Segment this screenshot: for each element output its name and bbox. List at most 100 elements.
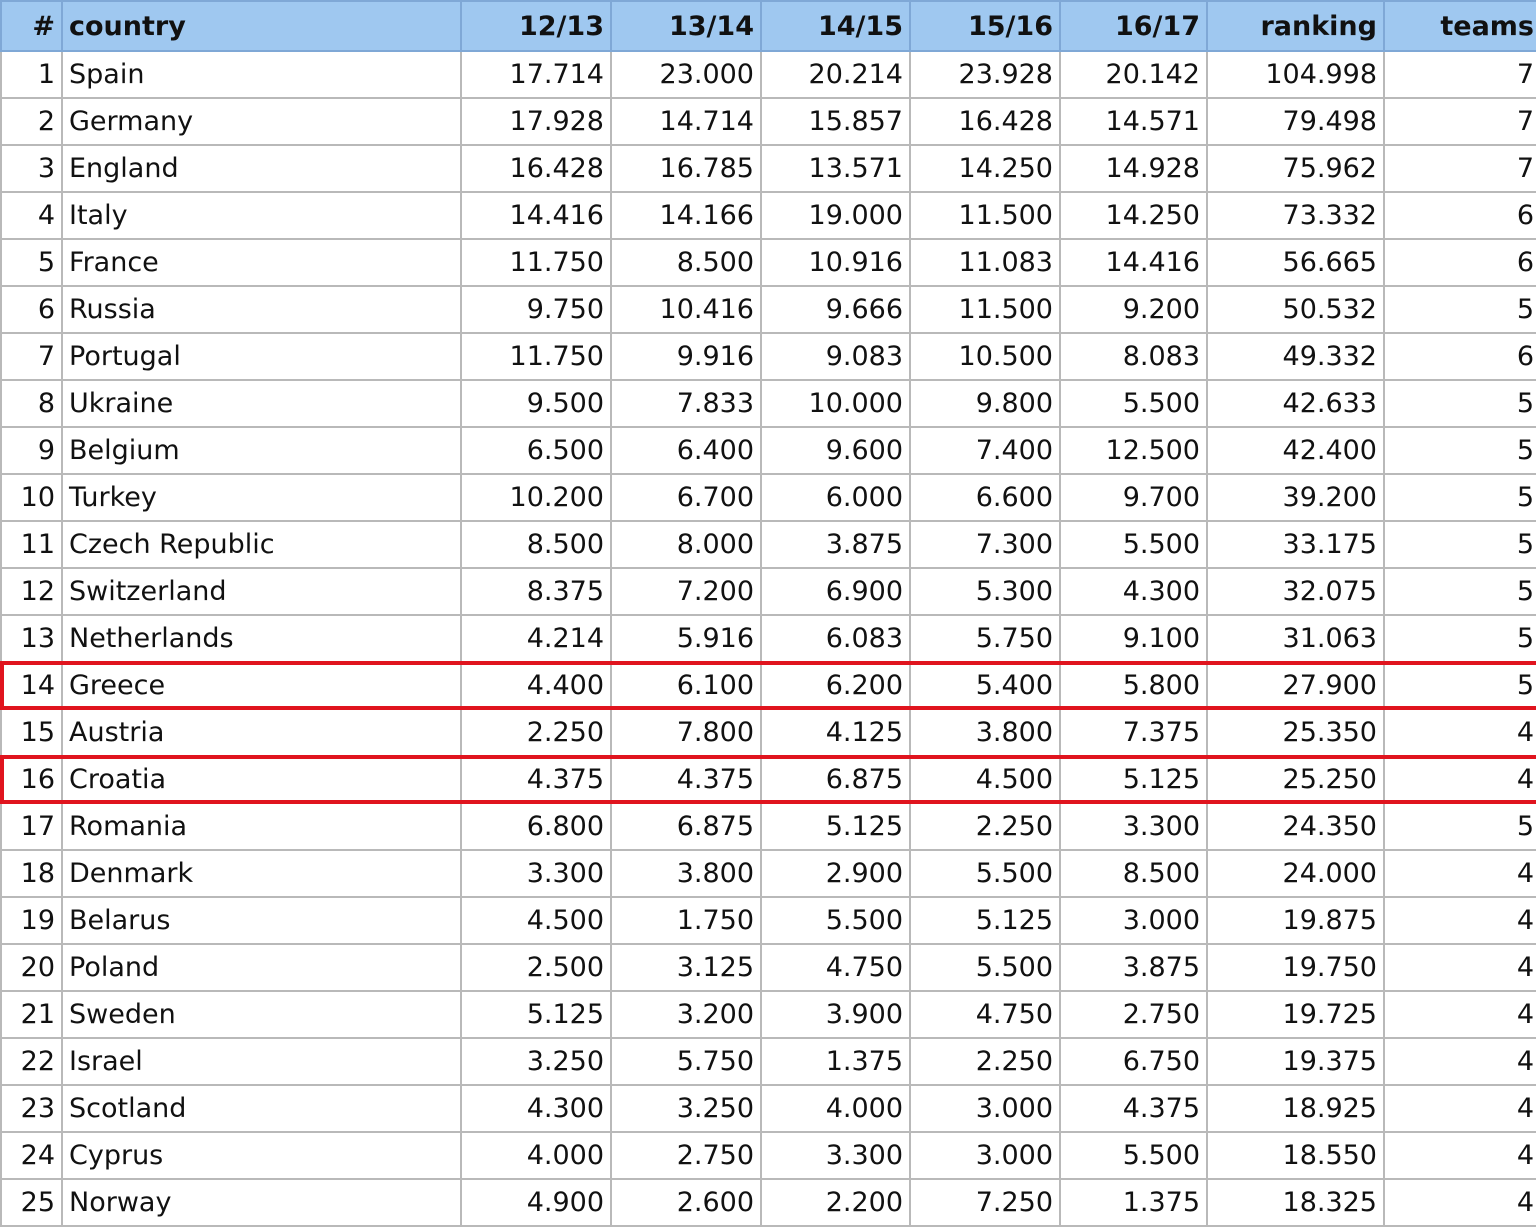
season-12-13-cell: 4.900 bbox=[460, 1178, 612, 1227]
season-14-15-cell: 2.200 bbox=[760, 1178, 911, 1227]
season-16-17-cell: 5.500 bbox=[1059, 520, 1208, 569]
season-16-17-cell: 5.500 bbox=[1059, 1131, 1208, 1180]
rank-cell: 1 bbox=[0, 50, 63, 99]
header-season-14-15[interactable]: 14/15 bbox=[760, 0, 911, 52]
table-row[interactable]: 20 Poland 2.500 3.125 4.750 5.500 3.875 19.750 4 bbox=[0, 943, 1536, 992]
season-13-14-cell: 4.375 bbox=[610, 755, 762, 804]
season-16-17-cell: 8.500 bbox=[1059, 849, 1208, 898]
table-row[interactable]: 17 Romania 6.800 6.875 5.125 2.250 3.300 24.350… bbox=[0, 802, 1536, 851]
rank-cell: 9 bbox=[0, 426, 63, 475]
ranking-cell: 18.325 bbox=[1206, 1178, 1385, 1227]
season-14-15-cell: 10.916 bbox=[760, 238, 911, 287]
table-row[interactable]: 13 Netherlands 4.214 5.916 6.083 5.750 9.100 31… bbox=[0, 614, 1536, 663]
ranking-cell: 25.350 bbox=[1206, 708, 1385, 757]
table-row[interactable]: 24 Cyprus 4.000 2.750 3.300 3.000 5.500 18.550 4 bbox=[0, 1131, 1536, 1180]
season-14-15-cell: 4.125 bbox=[760, 708, 911, 757]
season-16-17-cell: 5.800 bbox=[1059, 661, 1208, 710]
ranking-cell: 42.633 bbox=[1206, 379, 1385, 428]
table-row[interactable]: 7 Portugal 11.750 9.916 9.083 10.500 8.083 49.3… bbox=[0, 332, 1536, 381]
table-row[interactable]: 1 Spain 17.714 23.000 20.214 23.928 20.142 104.… bbox=[0, 50, 1536, 99]
season-14-15-cell: 5.500 bbox=[760, 896, 911, 945]
table-row[interactable]: 5 France 11.750 8.500 10.916 11.083 14.416 56.6… bbox=[0, 238, 1536, 287]
teams-cell: 7 bbox=[1383, 97, 1536, 146]
season-12-13-cell: 8.375 bbox=[460, 567, 612, 616]
table-row[interactable]: 18 Denmark 3.300 3.800 2.900 5.500 8.500 24.000… bbox=[0, 849, 1536, 898]
season-15-16-cell: 2.250 bbox=[909, 802, 1061, 851]
header-season-13-14[interactable]: 13/14 bbox=[610, 0, 762, 52]
country-cell: Cyprus bbox=[61, 1131, 462, 1180]
ranking-cell: 27.900 bbox=[1206, 661, 1385, 710]
teams-cell: 4 bbox=[1383, 896, 1536, 945]
table-row[interactable]: 16 Croatia 4.375 4.375 6.875 4.500 5.125 25.250… bbox=[0, 755, 1536, 804]
season-12-13-cell: 6.800 bbox=[460, 802, 612, 851]
season-16-17-cell: 1.375 bbox=[1059, 1178, 1208, 1227]
season-12-13-cell: 3.300 bbox=[460, 849, 612, 898]
season-14-15-cell: 3.875 bbox=[760, 520, 911, 569]
table-row[interactable]: 3 England 16.428 16.785 13.571 14.250 14.928 75… bbox=[0, 144, 1536, 193]
teams-cell: 4 bbox=[1383, 990, 1536, 1039]
header-season-12-13[interactable]: 12/13 bbox=[460, 0, 612, 52]
season-16-17-cell: 4.375 bbox=[1059, 1084, 1208, 1133]
season-16-17-cell: 3.300 bbox=[1059, 802, 1208, 851]
rank-cell: 22 bbox=[0, 1037, 63, 1086]
table-row[interactable]: 15 Austria 2.250 7.800 4.125 3.800 7.375 25.350… bbox=[0, 708, 1536, 757]
table-row[interactable]: 25 Norway 4.900 2.600 2.200 7.250 1.375 18.325 4 bbox=[0, 1178, 1536, 1227]
table-row[interactable]: 19 Belarus 4.500 1.750 5.500 5.125 3.000 19.875… bbox=[0, 896, 1536, 945]
teams-cell: 6 bbox=[1383, 191, 1536, 240]
table-row[interactable]: 14 Greece 4.400 6.100 6.200 5.400 5.800 27.900 5 bbox=[0, 661, 1536, 710]
teams-cell: 4 bbox=[1383, 1037, 1536, 1086]
season-15-16-cell: 5.400 bbox=[909, 661, 1061, 710]
country-cell: Ukraine bbox=[61, 379, 462, 428]
rank-cell: 4 bbox=[0, 191, 63, 240]
teams-cell: 4 bbox=[1383, 1084, 1536, 1133]
season-16-17-cell: 14.250 bbox=[1059, 191, 1208, 240]
header-country[interactable]: country bbox=[61, 0, 462, 52]
table-row[interactable]: 4 Italy 14.416 14.166 19.000 11.500 14.250 73.3… bbox=[0, 191, 1536, 240]
season-12-13-cell: 4.214 bbox=[460, 614, 612, 663]
season-16-17-cell: 2.750 bbox=[1059, 990, 1208, 1039]
season-14-15-cell: 9.666 bbox=[760, 285, 911, 334]
table-row[interactable]: 12 Switzerland 8.375 7.200 6.900 5.300 4.300 32… bbox=[0, 567, 1536, 616]
season-16-17-cell: 9.200 bbox=[1059, 285, 1208, 334]
table-row[interactable]: 22 Israel 3.250 5.750 1.375 2.250 6.750 19.375 4 bbox=[0, 1037, 1536, 1086]
header-ranking[interactable]: ranking bbox=[1206, 0, 1385, 52]
table-body: 1 Spain 17.714 23.000 20.214 23.928 20.142 104.… bbox=[0, 50, 1536, 1227]
season-12-13-cell: 14.416 bbox=[460, 191, 612, 240]
season-13-14-cell: 1.750 bbox=[610, 896, 762, 945]
season-15-16-cell: 3.800 bbox=[909, 708, 1061, 757]
season-16-17-cell: 8.083 bbox=[1059, 332, 1208, 381]
season-16-17-cell: 20.142 bbox=[1059, 50, 1208, 99]
season-13-14-cell: 3.800 bbox=[610, 849, 762, 898]
country-cell: Russia bbox=[61, 285, 462, 334]
season-14-15-cell: 10.000 bbox=[760, 379, 911, 428]
season-13-14-cell: 14.166 bbox=[610, 191, 762, 240]
table-row[interactable]: 11 Czech Republic 8.500 8.000 3.875 7.300 5.50… bbox=[0, 520, 1536, 569]
rank-cell: 21 bbox=[0, 990, 63, 1039]
season-14-15-cell: 15.857 bbox=[760, 97, 911, 146]
season-15-16-cell: 5.125 bbox=[909, 896, 1061, 945]
season-16-17-cell: 14.416 bbox=[1059, 238, 1208, 287]
header-teams[interactable]: teams bbox=[1383, 0, 1536, 52]
country-cell: Denmark bbox=[61, 849, 462, 898]
country-cell: Norway bbox=[61, 1178, 462, 1227]
table-row[interactable]: 6 Russia 9.750 10.416 9.666 11.500 9.200 50.532… bbox=[0, 285, 1536, 334]
season-15-16-cell: 7.400 bbox=[909, 426, 1061, 475]
season-12-13-cell: 4.400 bbox=[460, 661, 612, 710]
season-12-13-cell: 11.750 bbox=[460, 332, 612, 381]
season-15-16-cell: 7.250 bbox=[909, 1178, 1061, 1227]
country-cell: Italy bbox=[61, 191, 462, 240]
season-15-16-cell: 10.500 bbox=[909, 332, 1061, 381]
table-row[interactable]: 21 Sweden 5.125 3.200 3.900 4.750 2.750 19.725 4 bbox=[0, 990, 1536, 1039]
rank-cell: 12 bbox=[0, 567, 63, 616]
header-season-16-17[interactable]: 16/17 bbox=[1059, 0, 1208, 52]
season-15-16-cell: 5.500 bbox=[909, 943, 1061, 992]
header-season-15-16[interactable]: 15/16 bbox=[909, 0, 1061, 52]
table-row[interactable]: 9 Belgium 6.500 6.400 9.600 7.400 12.500 42.400… bbox=[0, 426, 1536, 475]
teams-cell: 6 bbox=[1383, 332, 1536, 381]
table-row[interactable]: 10 Turkey 10.200 6.700 6.000 6.600 9.700 39.200… bbox=[0, 473, 1536, 522]
season-15-16-cell: 6.600 bbox=[909, 473, 1061, 522]
header-rank[interactable]: # bbox=[0, 0, 63, 52]
table-row[interactable]: 2 Germany 17.928 14.714 15.857 16.428 14.571 79… bbox=[0, 97, 1536, 146]
table-row[interactable]: 23 Scotland 4.300 3.250 4.000 3.000 4.375 18.92… bbox=[0, 1084, 1536, 1133]
table-row[interactable]: 8 Ukraine 9.500 7.833 10.000 9.800 5.500 42.633… bbox=[0, 379, 1536, 428]
